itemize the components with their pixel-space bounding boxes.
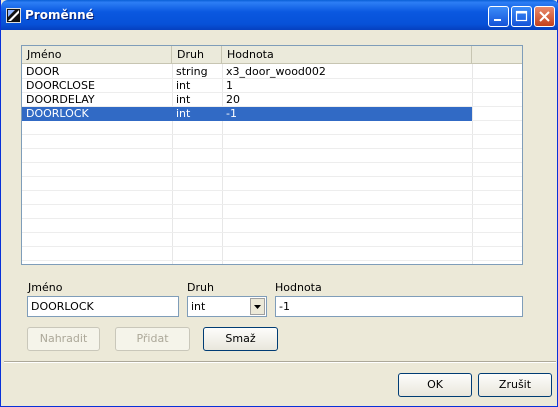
- delete-button[interactable]: Smaž: [203, 327, 278, 351]
- cell-name: DOORDELAY: [26, 93, 95, 106]
- cell-type: int: [176, 79, 191, 92]
- cell-value: -1: [226, 107, 237, 120]
- grid-line: [22, 162, 522, 163]
- grid-line: [22, 204, 522, 205]
- replace-button[interactable]: Nahradit: [27, 327, 100, 351]
- chevron-down-icon[interactable]: [250, 298, 265, 315]
- type-select-value: int: [191, 300, 206, 313]
- cancel-button[interactable]: Zrušit: [478, 373, 552, 397]
- maximize-button[interactable]: [511, 6, 532, 27]
- grid-line: [22, 246, 522, 247]
- grid-line: [22, 260, 522, 261]
- grid-line: [22, 134, 522, 135]
- column-header-type[interactable]: Druh: [172, 46, 222, 64]
- app-icon: [6, 8, 21, 23]
- column-header-name[interactable]: Jméno: [22, 46, 172, 64]
- add-button[interactable]: Přidat: [115, 327, 190, 351]
- cell-name: DOOR: [26, 65, 60, 78]
- column-header-filler: [472, 46, 522, 64]
- window-title: Proměnné: [25, 8, 94, 22]
- value-field[interactable]: -1: [275, 296, 523, 317]
- divider: [4, 361, 556, 363]
- title-bar[interactable]: Proměnné: [1, 0, 558, 30]
- table-row[interactable]: DOOR string x3_door_wood002: [22, 65, 472, 79]
- cell-name: DOORLOCK: [26, 107, 89, 120]
- variables-dialog: Proměnné Jméno Druh Hodnota DOOR string …: [0, 0, 558, 407]
- table-row[interactable]: DOORCLOSE int 1: [22, 79, 472, 93]
- grid-line: [22, 218, 522, 219]
- column-divider: [472, 64, 473, 264]
- cell-value: 20: [226, 93, 240, 106]
- cell-value: 1: [226, 79, 233, 92]
- close-button[interactable]: [534, 6, 555, 27]
- list-header: Jméno Druh Hodnota: [22, 46, 522, 64]
- type-select[interactable]: int: [187, 296, 267, 317]
- cell-type: string: [176, 65, 208, 78]
- grid-line: [22, 176, 522, 177]
- table-row[interactable]: DOORDELAY int 20: [22, 93, 472, 107]
- grid-line: [22, 232, 522, 233]
- cell-type: int: [176, 93, 191, 106]
- dialog-body: Jméno Druh Hodnota DOOR string x3_door_w…: [4, 30, 556, 404]
- value-label: Hodnota: [275, 281, 322, 294]
- type-label: Druh: [187, 281, 214, 294]
- grid-line: [22, 190, 522, 191]
- name-label: Jméno: [28, 281, 63, 294]
- cell-value: x3_door_wood002: [226, 65, 326, 78]
- ok-button[interactable]: OK: [398, 373, 472, 397]
- grid-line: [22, 148, 522, 149]
- cell-name: DOORCLOSE: [26, 79, 95, 92]
- minimize-button[interactable]: [488, 6, 509, 27]
- cell-type: int: [176, 107, 191, 120]
- variables-list[interactable]: Jméno Druh Hodnota DOOR string x3_door_w…: [21, 45, 523, 265]
- column-header-value[interactable]: Hodnota: [222, 46, 472, 64]
- table-row-selected[interactable]: DOORLOCK int -1: [22, 107, 472, 121]
- name-field[interactable]: DOORLOCK: [27, 296, 179, 317]
